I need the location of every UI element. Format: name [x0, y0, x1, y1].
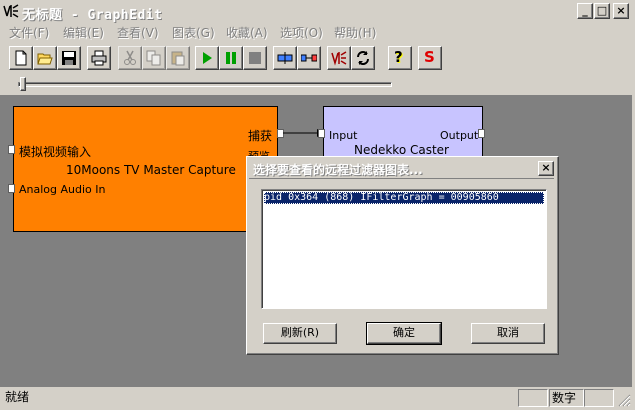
pin-output[interactable]: [478, 129, 485, 138]
menu-view[interactable]: 查看(V): [117, 24, 159, 41]
title-bar: 无标题 - GraphEdit _ □ ×: [0, 0, 635, 23]
toolbar: ? S: [4, 44, 634, 72]
open-folder-icon[interactable]: [33, 46, 57, 70]
pin-input[interactable]: [318, 129, 325, 138]
pin-input-label: Input: [329, 129, 358, 142]
connect-icon[interactable]: [297, 46, 321, 70]
pause-icon[interactable]: [219, 46, 243, 70]
print-icon[interactable]: [87, 46, 111, 70]
menu-options[interactable]: 选项(O): [280, 24, 323, 41]
pin-output-label: Output: [440, 129, 479, 142]
status-bar: 就绪 数字: [0, 388, 635, 410]
status-numlock: 数字: [549, 389, 584, 407]
help-icon[interactable]: ?: [388, 46, 412, 70]
menu-favorites[interactable]: 收藏(A): [226, 24, 268, 41]
new-file-icon[interactable]: [9, 46, 33, 70]
menu-graph[interactable]: 图表(G): [172, 24, 215, 41]
resize-grip-icon[interactable]: [618, 394, 631, 407]
refresh-button[interactable]: 刷新(R): [263, 323, 337, 344]
status-cell-scroll: [584, 389, 614, 407]
seek-thumb[interactable]: [20, 77, 26, 91]
play-icon[interactable]: [195, 46, 219, 70]
copy-icon[interactable]: [142, 46, 166, 70]
menu-help[interactable]: 帮助(H): [334, 24, 376, 41]
pin-audio-in-label: Analog Audio In: [19, 183, 106, 196]
minimize-button[interactable]: _: [577, 3, 593, 19]
dialog-divider: [249, 178, 554, 179]
dialog-title: 选择要查看的远程过滤器图表...: [253, 163, 423, 177]
s-icon[interactable]: S: [418, 46, 442, 70]
pin-audio-in[interactable]: [8, 184, 15, 193]
pin-video-in[interactable]: [8, 145, 15, 154]
remote-graph-dialog: 选择要查看的远程过滤器图表... × pid 0x364 (868) IFilt…: [246, 156, 559, 355]
dialog-title-bar: 选择要查看的远程过滤器图表... ×: [249, 159, 554, 177]
menu-bar: 文件(F) 编辑(E) 查看(V) 图表(G) 收藏(A) 选项(O) 帮助(H…: [0, 22, 635, 42]
close-button[interactable]: ×: [613, 3, 629, 19]
graph-list[interactable]: pid 0x364 (868) IFilterGraph = 00905860: [261, 189, 547, 309]
paste-icon[interactable]: [166, 46, 190, 70]
menu-file[interactable]: 文件(F): [9, 24, 49, 41]
maximize-button[interactable]: □: [594, 3, 610, 19]
capture-filter[interactable]: 10Moons TV Master Capture 模拟视频输入 Analog …: [13, 106, 278, 232]
stop-icon[interactable]: [243, 46, 267, 70]
cut-icon[interactable]: [118, 46, 142, 70]
cancel-button[interactable]: 取消: [471, 323, 545, 344]
ok-button[interactable]: 确定: [366, 322, 442, 345]
graph-list-item[interactable]: pid 0x364 (868) IFilterGraph = 00905860: [264, 192, 544, 204]
caster-filter-name: Nedekko Caster: [354, 143, 449, 157]
menu-edit[interactable]: 编辑(E): [63, 24, 104, 41]
mute-icon[interactable]: [327, 46, 351, 70]
pin-capture-label: 捕获: [248, 129, 273, 143]
refresh-icon[interactable]: [351, 46, 375, 70]
dialog-close-button[interactable]: ×: [538, 161, 554, 176]
capture-filter-name: 10Moons TV Master Capture: [66, 163, 236, 177]
seek-track[interactable]: [18, 82, 392, 87]
status-cell-caps: [518, 389, 548, 407]
pin-video-in-label: 模拟视频输入: [19, 145, 92, 159]
save-icon[interactable]: [57, 46, 81, 70]
seek-icon[interactable]: [273, 46, 297, 70]
app-icon[interactable]: [3, 3, 19, 19]
window-title: 无标题 - GraphEdit: [22, 8, 163, 23]
status-text: 就绪: [5, 390, 30, 404]
